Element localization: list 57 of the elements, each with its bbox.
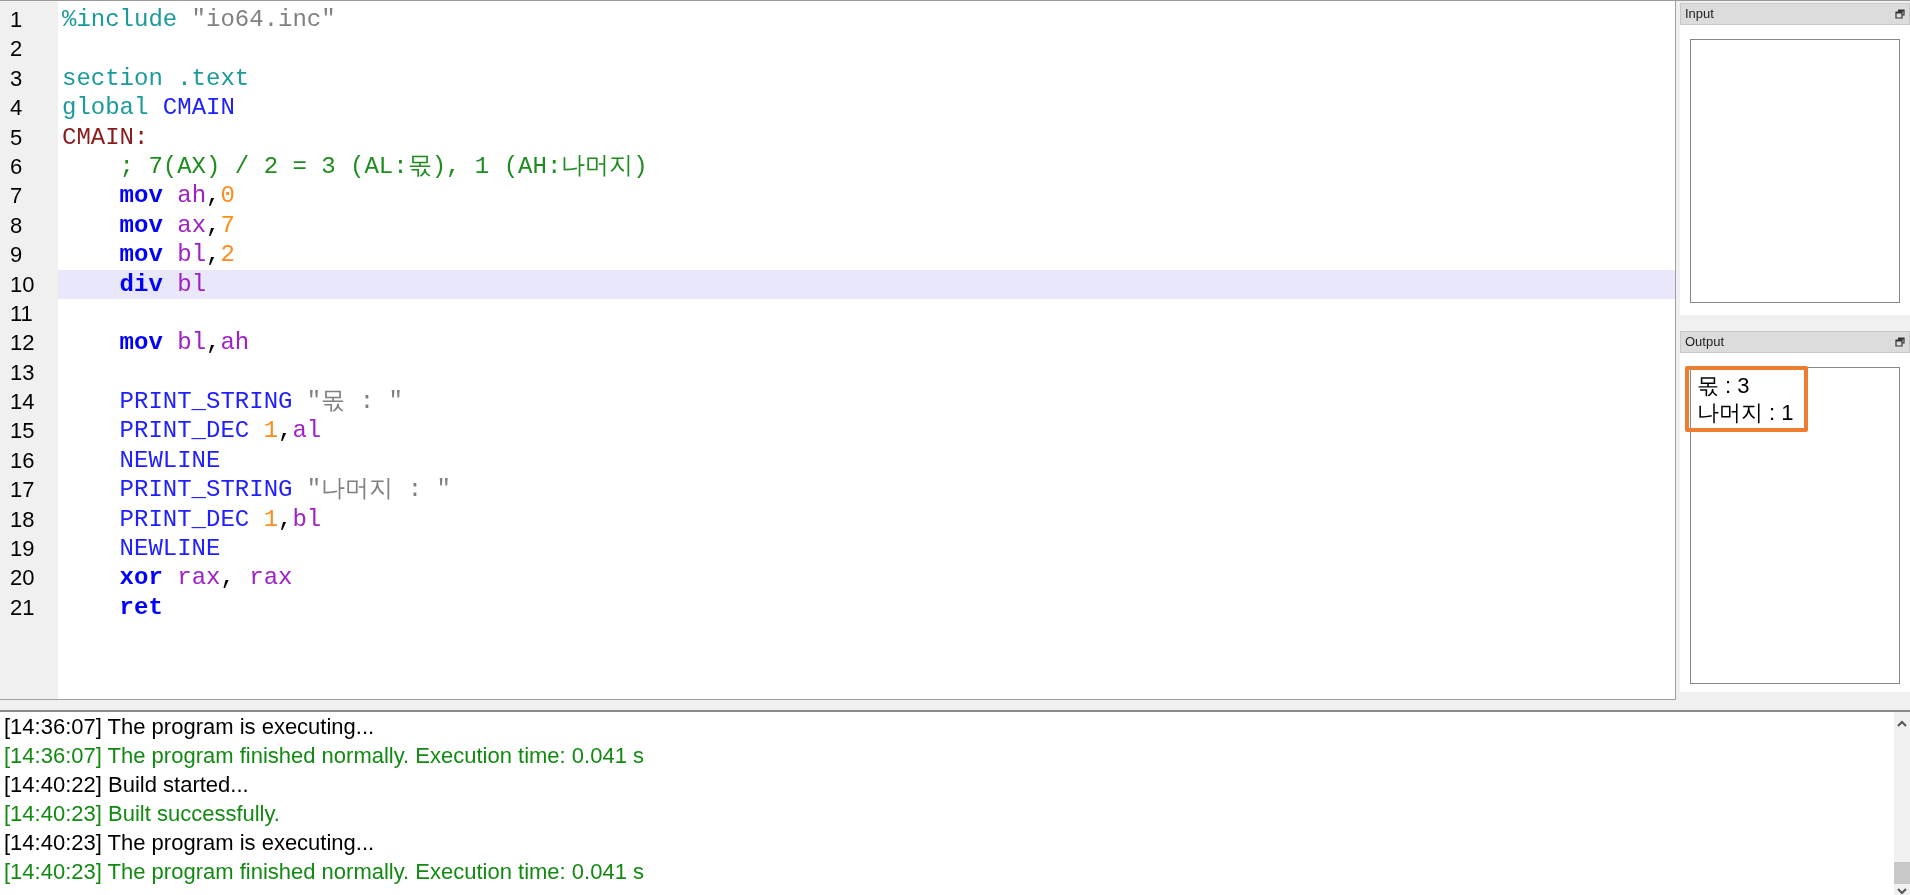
code-line: PRINT_STRING "나머지 : " — [118, 475, 451, 505]
line-number: 19 — [9, 535, 36, 564]
line-number: 18 — [9, 505, 36, 534]
log-line: [14:40:23] The program is executing... — [4, 829, 376, 857]
line-number: 5 — [9, 123, 24, 152]
code-line: NEWLINE — [118, 534, 221, 564]
code-line: div bl — [118, 269, 207, 299]
line-number: 16 — [9, 446, 36, 475]
code-line: mov ah,0 — [118, 181, 235, 211]
line-number: 4 — [9, 94, 24, 123]
code-line: %include "io64.inc" — [62, 5, 336, 35]
code-line: mov bl,2 — [118, 240, 235, 270]
code-line: PRINT_STRING "몫 : " — [118, 387, 403, 417]
line-number: 12 — [9, 329, 36, 358]
splitter-bar[interactable] — [0, 700, 1910, 712]
scroll-up-icon[interactable] — [1897, 720, 1907, 727]
log-line: [14:40:22] Build started... — [4, 771, 250, 799]
restore-icon[interactable] — [1895, 337, 1905, 347]
code-line: PRINT_DEC 1,bl — [118, 504, 322, 535]
scroll-down-icon[interactable] — [1897, 888, 1907, 895]
code-line: mov ax,7 — [118, 210, 235, 241]
scroll-thumb[interactable] — [1894, 862, 1910, 884]
line-number: 17 — [9, 476, 36, 505]
restore-icon[interactable] — [1895, 9, 1905, 19]
output-text: 나머지 : 1 — [1697, 399, 1795, 426]
code-line: ; 7(AX) / 2 = 3 (AL:몫), 1 (AH:나머지) — [118, 151, 648, 182]
code-line: NEWLINE — [118, 445, 221, 476]
line-number: 2 — [9, 35, 24, 64]
code-line: section .text — [62, 63, 250, 94]
line-number: 13 — [9, 358, 36, 387]
code-line: global CMAIN — [62, 93, 235, 123]
line-number: 1 — [9, 6, 24, 34]
input-field[interactable] — [1690, 39, 1900, 303]
line-number: 9 — [9, 241, 24, 270]
log-line: [14:40:23] Built successfully. — [4, 800, 281, 828]
output-text: 몫 : 3 — [1697, 372, 1751, 399]
code-line: ret — [118, 592, 163, 623]
line-number: 21 — [9, 593, 36, 622]
line-number: 7 — [9, 182, 24, 211]
line-number: 15 — [9, 417, 36, 446]
line-number: 11 — [9, 299, 34, 328]
log-line: [14:36:07] The program finished normally. Execution time: 0.041 s — [4, 742, 645, 770]
line-number: 6 — [9, 152, 24, 181]
scrollbar[interactable] — [1894, 712, 1910, 895]
code-line: mov bl,ah — [118, 328, 250, 358]
line-number: 10 — [9, 270, 36, 299]
code-line: xor rax, rax — [118, 563, 293, 593]
line-number: 8 — [9, 211, 24, 240]
panel-title: Output — [1685, 333, 1725, 352]
line-number: 3 — [9, 64, 24, 93]
line-number: 20 — [9, 564, 36, 593]
code-line: PRINT_DEC 1,al — [118, 416, 322, 446]
code-line: CMAIN: — [62, 122, 149, 152]
log-line: [14:40:23] The program finished normally. Execution time: 0.041 s — [4, 858, 645, 886]
panel-title: Input — [1685, 5, 1714, 24]
log-line: [14:36:07] The program is executing... — [4, 713, 376, 741]
line-number: 14 — [9, 388, 36, 417]
